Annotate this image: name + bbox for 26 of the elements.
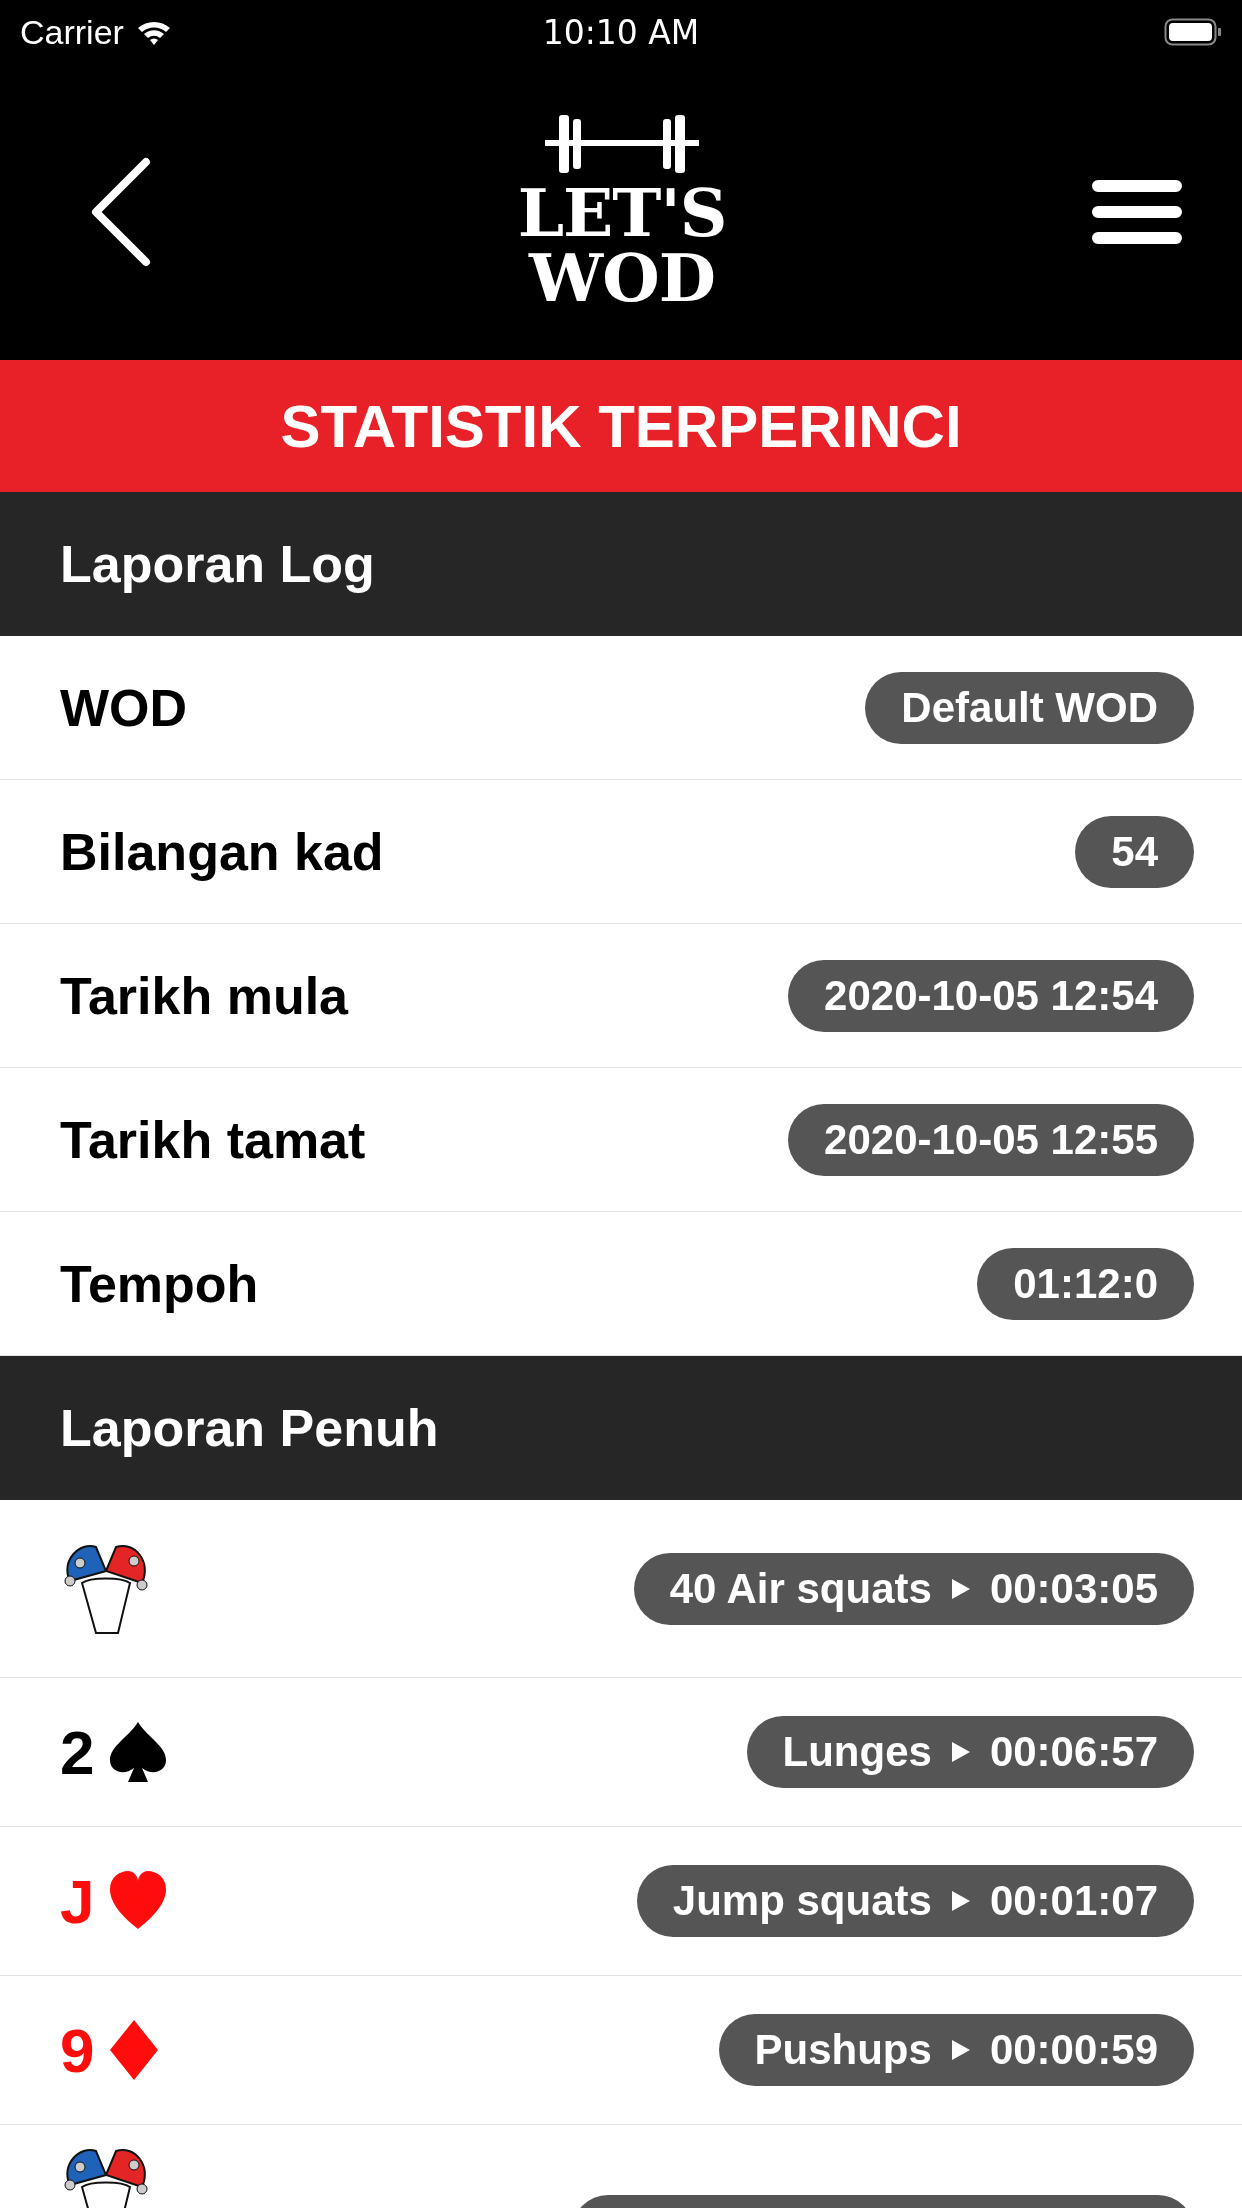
row-label: Tarikh tamat xyxy=(60,1109,366,1170)
status-time: 10:10 AM xyxy=(541,12,701,52)
value-badge: 2020-10-05 12:54 xyxy=(788,959,1194,1032)
card-rank: 2 xyxy=(60,1716,95,1788)
value-badge: 01:12:0 xyxy=(977,1247,1194,1320)
value-badge: Default WOD xyxy=(865,671,1194,744)
page-title: STATISTIK TERPERINCI xyxy=(280,391,962,461)
app-logo: LET'S WOD xyxy=(517,181,727,311)
battery-icon xyxy=(1164,18,1222,46)
menu-icon[interactable] xyxy=(1092,180,1182,244)
section-title: Laporan Log xyxy=(60,534,375,594)
exercise-badge: Pushups 00:00:59 xyxy=(718,2014,1194,2086)
value-badge: 54 xyxy=(1075,815,1194,888)
card-rank: J xyxy=(60,1865,95,1937)
barbell-icon xyxy=(545,113,699,176)
row-label: Tempoh xyxy=(60,1253,259,1314)
exercise-badge: 40 Air squats 00:03:05 xyxy=(633,1552,1194,1625)
exercise-badge: Jump squats 00:01:07 xyxy=(636,1865,1194,1937)
value-badge: 2020-10-05 12:55 xyxy=(788,1103,1194,1176)
section-title: Laporan Penuh xyxy=(60,1398,439,1458)
row-label: Bilangan kad xyxy=(60,821,384,882)
card-rank: 9 xyxy=(60,2014,95,2086)
exercise-badge: Lunges 00:06:57 xyxy=(746,1716,1194,1788)
row-label: Tarikh mula xyxy=(60,965,348,1026)
row-label: WOD xyxy=(60,677,188,738)
carrier-label: Carrier xyxy=(20,12,124,52)
